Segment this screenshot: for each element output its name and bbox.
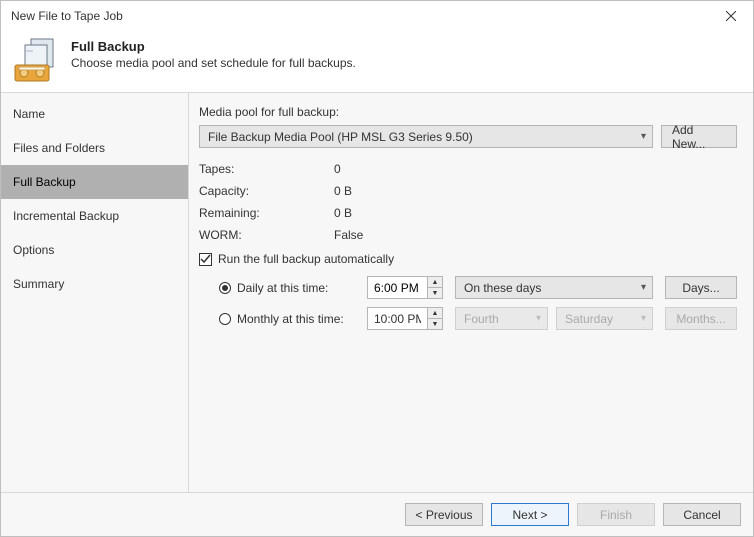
media-pool-label: Media pool for full backup: bbox=[199, 105, 339, 119]
window-title: New File to Tape Job bbox=[11, 9, 123, 23]
media-pool-select[interactable]: File Backup Media Pool (HP MSL G3 Series… bbox=[199, 125, 653, 148]
sidebar-item-incremental-backup[interactable]: Incremental Backup bbox=[1, 199, 188, 233]
stat-tapes-value: 0 bbox=[334, 162, 341, 176]
stat-capacity-label: Capacity: bbox=[199, 184, 334, 198]
monthly-ordinal-select: Fourth ▾ bbox=[455, 307, 548, 330]
sidebar-item-summary[interactable]: Summary bbox=[1, 267, 188, 301]
monthly-time-input[interactable] bbox=[367, 307, 427, 330]
sidebar-item-name[interactable]: Name bbox=[1, 97, 188, 131]
stat-remaining-label: Remaining: bbox=[199, 206, 334, 220]
monthly-label: Monthly at this time: bbox=[237, 312, 367, 326]
stat-worm-value: False bbox=[334, 228, 363, 242]
run-automatically-checkbox[interactable] bbox=[199, 253, 212, 266]
wizard-sidebar: Name Files and Folders Full Backup Incre… bbox=[1, 93, 189, 493]
arrow-down-icon[interactable]: ▼ bbox=[428, 319, 442, 329]
wizard-footer: < Previous Next > Finish Cancel bbox=[1, 492, 753, 536]
arrow-down-icon[interactable]: ▼ bbox=[428, 288, 442, 298]
stat-capacity-value: 0 B bbox=[334, 184, 352, 198]
chevron-down-icon: ▾ bbox=[641, 313, 646, 324]
monthly-day-value: Saturday bbox=[565, 312, 613, 326]
sidebar-item-options[interactable]: Options bbox=[1, 233, 188, 267]
next-button[interactable]: Next > bbox=[491, 503, 569, 526]
titlebar: New File to Tape Job bbox=[1, 1, 753, 31]
arrow-up-icon[interactable]: ▲ bbox=[428, 308, 442, 319]
days-button[interactable]: Days... bbox=[665, 276, 737, 299]
media-pool-selected-value: File Backup Media Pool (HP MSL G3 Series… bbox=[208, 130, 473, 144]
run-automatically-label: Run the full backup automatically bbox=[218, 252, 394, 266]
monthly-time-spinner[interactable]: ▲ ▼ bbox=[367, 307, 443, 330]
previous-button[interactable]: < Previous bbox=[405, 503, 483, 526]
tape-icon bbox=[13, 37, 63, 85]
stat-worm-label: WORM: bbox=[199, 228, 334, 242]
page-subheading: Choose media pool and set schedule for f… bbox=[71, 56, 356, 70]
chevron-down-icon: ▾ bbox=[641, 131, 646, 142]
chevron-down-icon: ▾ bbox=[536, 313, 541, 324]
wizard-header: Full Backup Choose media pool and set sc… bbox=[1, 31, 753, 93]
daily-time-input[interactable] bbox=[367, 276, 427, 299]
daily-radio[interactable] bbox=[219, 282, 231, 294]
page-heading: Full Backup bbox=[71, 39, 356, 54]
chevron-down-icon: ▾ bbox=[641, 282, 646, 293]
wizard-main: Media pool for full backup: File Backup … bbox=[189, 93, 753, 493]
cancel-button[interactable]: Cancel bbox=[663, 503, 741, 526]
add-new-button[interactable]: Add New... bbox=[661, 125, 737, 148]
daily-time-spinner[interactable]: ▲ ▼ bbox=[367, 276, 443, 299]
stat-remaining-value: 0 B bbox=[334, 206, 352, 220]
close-button[interactable] bbox=[709, 1, 753, 31]
arrow-up-icon[interactable]: ▲ bbox=[428, 277, 442, 288]
daily-days-value: On these days bbox=[464, 281, 541, 295]
finish-button: Finish bbox=[577, 503, 655, 526]
sidebar-item-files-and-folders[interactable]: Files and Folders bbox=[1, 131, 188, 165]
monthly-radio[interactable] bbox=[219, 313, 231, 325]
daily-days-select[interactable]: On these days ▾ bbox=[455, 276, 653, 299]
months-button: Months... bbox=[665, 307, 737, 330]
monthly-day-select: Saturday ▾ bbox=[556, 307, 653, 330]
schedule-block: Daily at this time: ▲ ▼ On these days ▾ … bbox=[199, 276, 737, 330]
spinner-arrows[interactable]: ▲ ▼ bbox=[427, 307, 443, 330]
monthly-ordinal-value: Fourth bbox=[464, 312, 499, 326]
sidebar-item-full-backup[interactable]: Full Backup bbox=[1, 165, 188, 199]
stat-tapes-label: Tapes: bbox=[199, 162, 334, 176]
wizard-body: Name Files and Folders Full Backup Incre… bbox=[1, 93, 753, 493]
media-pool-stats: Tapes:0 Capacity:0 B Remaining:0 B WORM:… bbox=[199, 162, 737, 242]
daily-label: Daily at this time: bbox=[237, 281, 367, 295]
spinner-arrows[interactable]: ▲ ▼ bbox=[427, 276, 443, 299]
